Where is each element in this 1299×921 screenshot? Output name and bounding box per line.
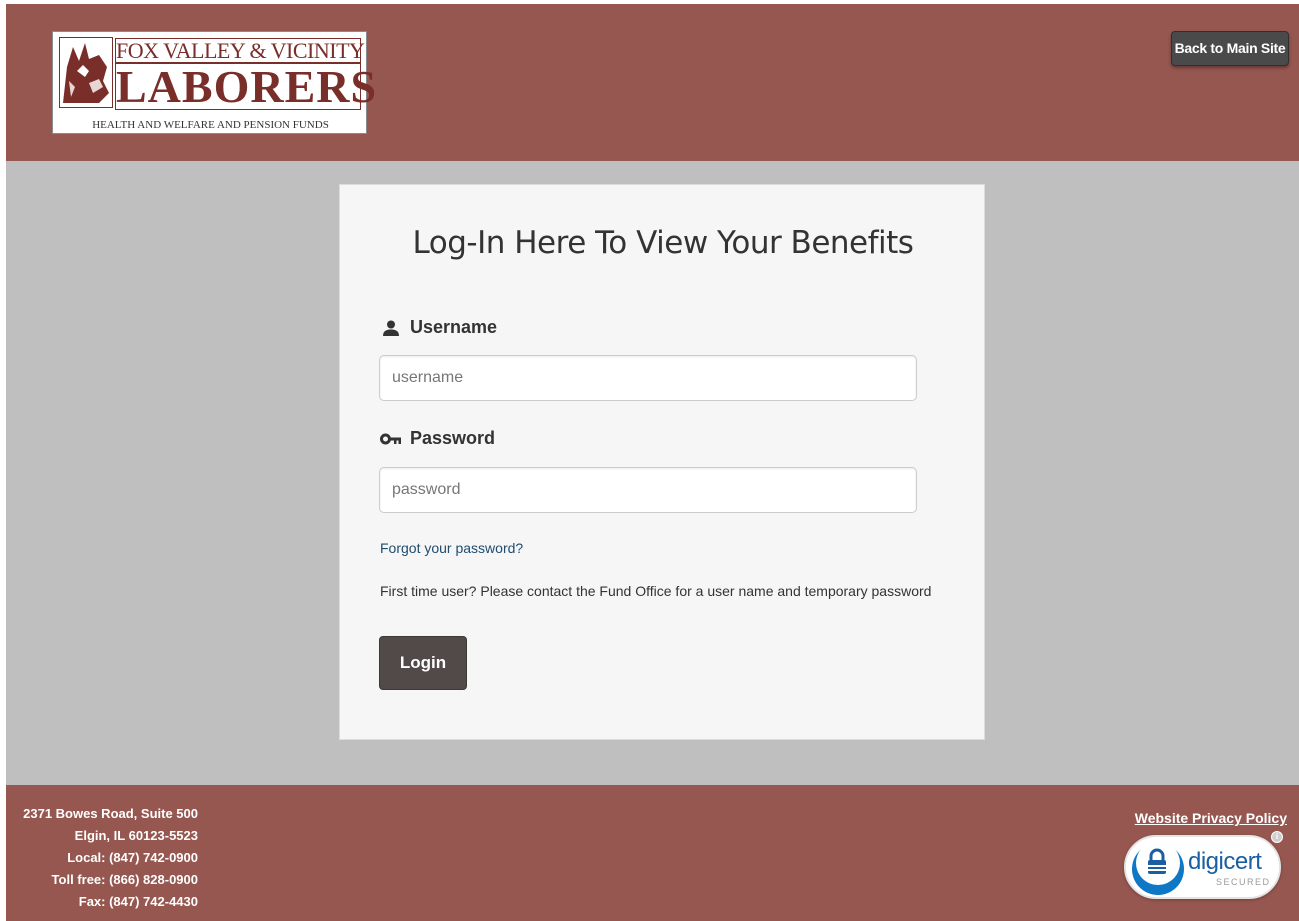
fund-office-address: 2371 Bowes Road, Suite 500 Elgin, IL 601… [10,803,198,913]
username-input[interactable] [379,355,917,401]
digicert-seal[interactable]: digicert SECURED i [1120,831,1283,901]
login-card: Log-In Here To View Your Benefits Userna… [339,184,985,740]
username-label: Username [380,317,497,338]
forgot-password-link[interactable]: Forgot your password? [380,540,523,556]
password-label-text: Password [410,428,496,448]
fax-number: Fax: (847) 742-4430 [78,894,198,909]
digicert-seal-pill: digicert SECURED [1124,835,1281,899]
user-icon [380,319,402,337]
password-input[interactable] [379,467,917,513]
site-logo[interactable]: FOX VALLEY & VICINITY LABORERS HEALTH AN… [52,31,378,134]
digicert-brand: digicert [1188,848,1262,875]
username-label-text: Username [410,317,498,337]
back-to-main-site-button[interactable]: Back to Main Site [1171,31,1289,66]
logo-line-2: LABORERS [115,61,378,112]
address-street: 2371 Bowes Road, Suite 500 [23,806,198,821]
lock-icon [1148,848,1166,874]
logo-line-3: HEALTH AND WELFARE AND PENSION FUNDS [92,119,329,131]
page: FOX VALLEY & VICINITY LABORERS HEALTH AN… [6,4,1299,921]
digicert-secured-text: SECURED [1216,877,1271,887]
logo-line-1: FOX VALLEY & VICINITY [115,38,365,63]
site-header: FOX VALLEY & VICINITY LABORERS HEALTH AN… [6,4,1299,161]
password-label: Password [380,428,495,449]
login-button[interactable]: Login [379,636,467,690]
page-title: Log-In Here To View Your Benefits [412,225,914,261]
address-city: Elgin, IL 60123-5523 [74,828,198,843]
key-icon [380,430,402,448]
privacy-policy-link[interactable]: Website Privacy Policy [1135,810,1287,826]
info-icon[interactable]: i [1271,831,1283,843]
first-time-user-note: First time user? Please contact the Fund… [380,583,932,599]
phone-toll-free: Toll free: (866) 828-0900 [51,872,198,887]
phone-local: Local: (847) 742-0900 [67,850,198,865]
fox-logo-icon [59,37,113,108]
site-footer: 2371 Bowes Road, Suite 500 Elgin, IL 601… [6,785,1299,921]
